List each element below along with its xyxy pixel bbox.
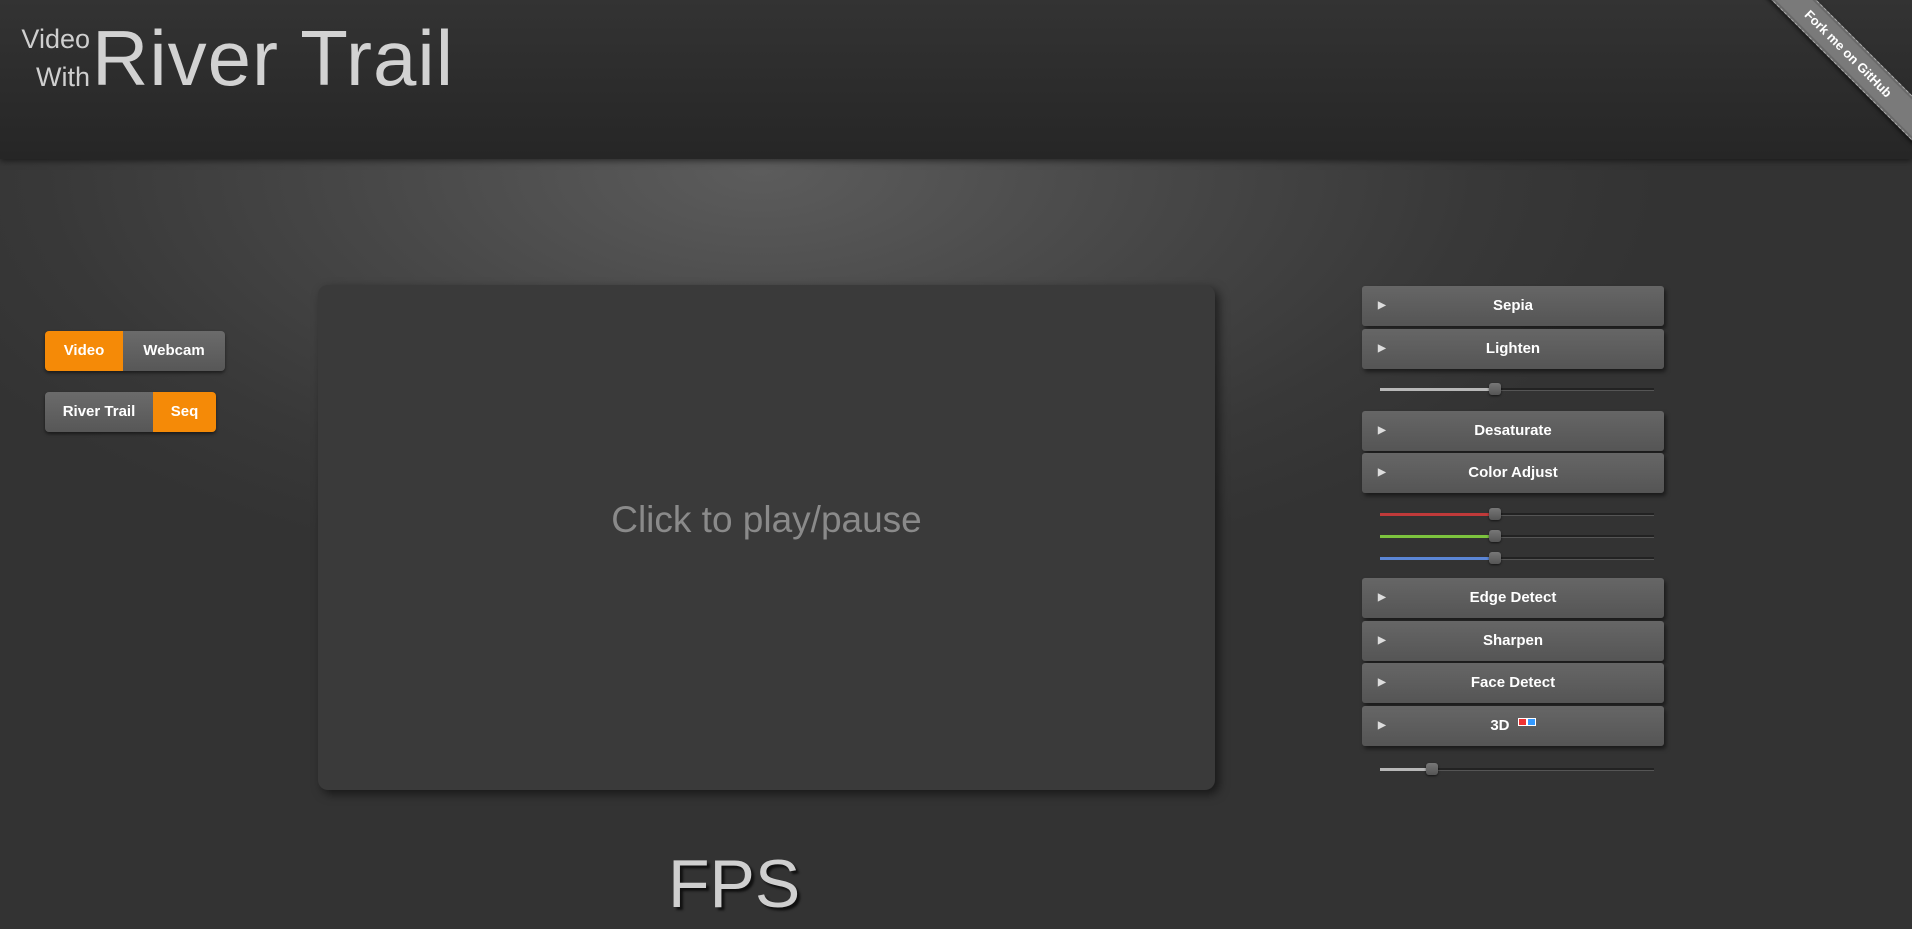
blue-slider[interactable] [1380, 551, 1654, 565]
slider-handle[interactable] [1426, 763, 1439, 775]
sepia-button[interactable]: ▶ Sepia [1362, 286, 1664, 326]
chevron-right-icon: ▶ [1378, 343, 1386, 354]
desaturate-button[interactable]: ▶ Desaturate [1362, 411, 1664, 451]
chevron-right-icon: ▶ [1378, 467, 1386, 478]
slider-handle[interactable] [1489, 508, 1502, 520]
green-slider[interactable] [1380, 529, 1654, 543]
logo-title: River Trail [92, 14, 455, 102]
seq-mode-button[interactable]: Seq [153, 392, 216, 432]
play-pause-message: Click to play/pause [611, 499, 922, 540]
header: Video With River Trail Fork me on GitHub [0, 0, 1912, 159]
slider-handle[interactable] [1489, 552, 1502, 564]
three-d-label: 3D [1490, 717, 1510, 734]
three-d-button[interactable]: ▶ 3D [1362, 706, 1664, 746]
logo-subtitle: Video With [18, 20, 90, 96]
three-d-slider[interactable] [1380, 762, 1654, 776]
chevron-right-icon: ▶ [1378, 425, 1386, 436]
sepia-label: Sepia [1492, 297, 1534, 314]
lighten-button[interactable]: ▶ Lighten [1362, 329, 1664, 369]
source-toggle: Video Webcam [45, 331, 225, 371]
logo-line-with: With [36, 62, 90, 92]
chevron-right-icon: ▶ [1378, 300, 1386, 311]
logo-line-video: Video [21, 24, 90, 54]
chevron-right-icon: ▶ [1378, 635, 1386, 646]
mode-toggle: River Trail Seq [45, 392, 216, 432]
edge-detect-button[interactable]: ▶ Edge Detect [1362, 578, 1664, 618]
fps-label: FPS [668, 846, 801, 922]
desaturate-label: Desaturate [1474, 422, 1552, 439]
chevron-right-icon: ▶ [1378, 677, 1386, 688]
color-adjust-button[interactable]: ▶ Color Adjust [1362, 453, 1664, 493]
river-trail-mode-button[interactable]: River Trail [45, 392, 153, 432]
video-source-button[interactable]: Video [45, 331, 123, 371]
lighten-label: Lighten [1485, 340, 1541, 357]
lighten-slider[interactable] [1380, 382, 1654, 396]
color-adjust-label: Color Adjust [1468, 464, 1558, 481]
face-detect-label: Face Detect [1470, 674, 1556, 691]
chevron-right-icon: ▶ [1378, 592, 1386, 603]
video-canvas[interactable]: Click to play/pause [318, 285, 1215, 790]
webcam-source-button[interactable]: Webcam [123, 331, 225, 371]
3d-glasses-icon [1517, 716, 1536, 726]
chevron-right-icon: ▶ [1378, 720, 1386, 731]
sharpen-label: Sharpen [1482, 632, 1543, 649]
sharpen-button[interactable]: ▶ Sharpen [1362, 621, 1664, 661]
slider-handle[interactable] [1489, 383, 1502, 395]
slider-handle[interactable] [1489, 530, 1502, 542]
github-ribbon-container: Fork me on GitHub [1762, 0, 1912, 150]
edge-detect-label: Edge Detect [1469, 589, 1557, 606]
red-slider[interactable] [1380, 507, 1654, 521]
face-detect-button[interactable]: ▶ Face Detect [1362, 663, 1664, 703]
fork-me-ribbon[interactable]: Fork me on GitHub [1762, 0, 1912, 144]
